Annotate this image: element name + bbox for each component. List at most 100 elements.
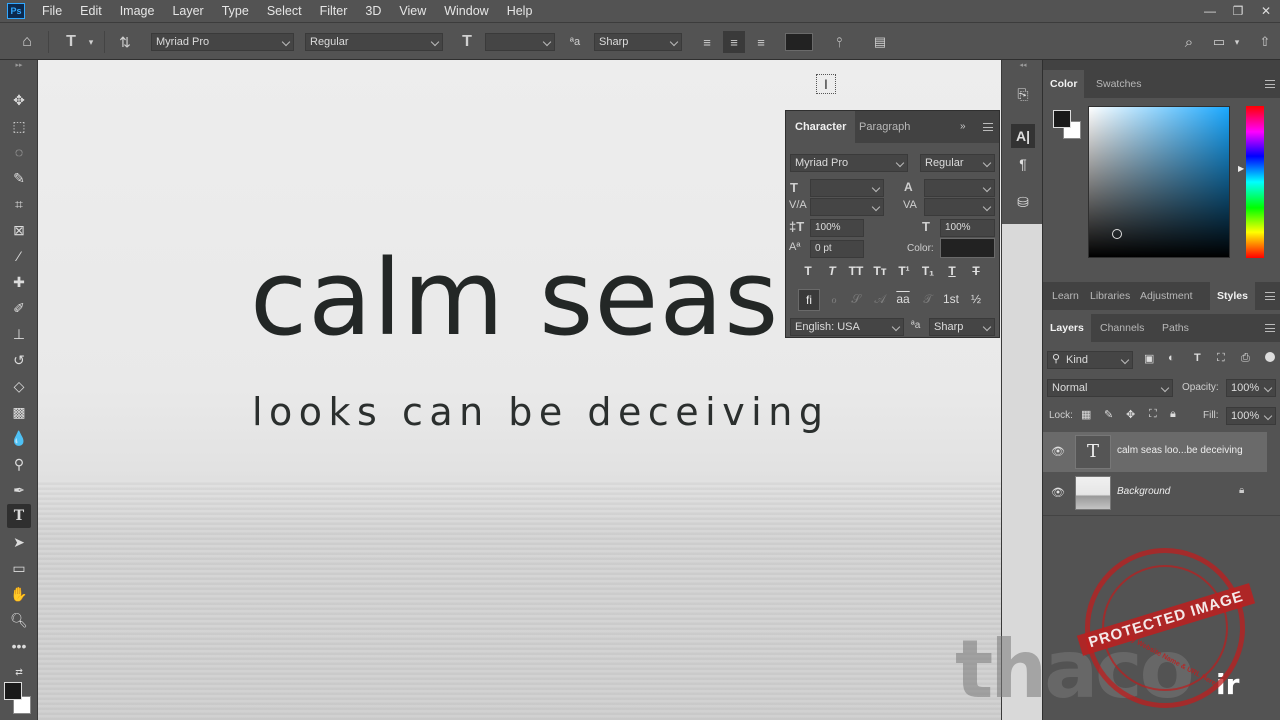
menu-3d[interactable]: 3D (356, 0, 390, 22)
opacity-field[interactable]: 100% (1226, 379, 1276, 397)
marquee-tool-icon[interactable]: ⬚ (7, 114, 31, 138)
type-tool-preset-icon[interactable]: T (60, 31, 82, 53)
minimize-icon[interactable]: — (1196, 0, 1224, 22)
headline-text[interactable]: calm seas (250, 246, 779, 350)
char-font-size-dropdown[interactable] (810, 179, 884, 197)
share-icon[interactable]: ⇧ (1254, 31, 1276, 53)
filter-smartobject-icon[interactable]: ⎙ (1241, 352, 1250, 365)
menu-help[interactable]: Help (498, 0, 542, 22)
all-caps-button[interactable]: TT (846, 264, 866, 278)
vertical-scale-field[interactable]: 100% (810, 219, 864, 237)
foreground-color-swatch[interactable] (4, 682, 22, 700)
search-icon[interactable]: ⌕ (1178, 31, 1200, 53)
chevron-down-icon[interactable]: ▾ (80, 31, 102, 53)
menu-filter[interactable]: Filter (311, 0, 357, 22)
lock-all-icon[interactable]: 🔒︎ (1170, 408, 1176, 421)
discretionary-ligatures-button[interactable]: ℴ (824, 292, 844, 306)
font-style-dropdown[interactable]: Regular (305, 33, 443, 51)
visibility-eye-icon[interactable]: 👁︎ (1051, 486, 1065, 499)
blend-mode-dropdown[interactable]: Normal (1047, 379, 1173, 397)
path-select-tool-icon[interactable]: ➤ (7, 530, 31, 554)
char-color-swatch[interactable] (940, 238, 995, 258)
history-icon[interactable]: ⎘ (1011, 82, 1035, 106)
ligatures-button[interactable]: ﬁ (798, 289, 820, 311)
tab-learn[interactable]: Learn (1045, 282, 1086, 310)
brush-tool-icon[interactable]: ✐ (7, 296, 31, 320)
faux-bold-button[interactable]: T (798, 264, 818, 278)
libraries-menu-icon[interactable] (1265, 292, 1275, 300)
align-center-icon[interactable]: ≡ (723, 31, 745, 53)
dodge-tool-icon[interactable]: ⚲ (7, 452, 31, 476)
toggle-panels-icon[interactable]: ▤ (869, 31, 891, 53)
lock-transparent-icon[interactable]: ▦ (1081, 408, 1091, 421)
ordinals-button[interactable]: 1st (941, 292, 961, 306)
menu-file[interactable]: File (33, 0, 71, 22)
small-caps-button[interactable]: Tт (870, 264, 890, 278)
menu-image[interactable]: Image (111, 0, 164, 22)
stylistic-alternates-button[interactable]: 𝒜 (870, 292, 890, 307)
history-brush-tool-icon[interactable]: ↺ (7, 348, 31, 372)
expand-icon[interactable]: » (960, 121, 966, 132)
tab-channels[interactable]: Channels (1093, 314, 1151, 342)
char-kerning-dropdown[interactable] (810, 198, 884, 216)
char-font-style-dropdown[interactable]: Regular (920, 154, 995, 172)
baseline-shift-field[interactable]: 0 pt (810, 240, 864, 258)
text-color-swatch[interactable] (785, 33, 813, 51)
tab-paragraph[interactable]: Paragraph (850, 111, 919, 143)
layer-row-background[interactable]: 👁︎ Background 🔒︎ (1043, 473, 1267, 513)
tab-character[interactable]: Character (786, 111, 856, 143)
color-picker-field[interactable] (1088, 106, 1230, 258)
quick-select-tool-icon[interactable]: ✎ (7, 166, 31, 190)
character-icon[interactable]: A| (1011, 124, 1035, 148)
eraser-tool-icon[interactable]: ◇ (7, 374, 31, 398)
fractions-button[interactable]: ½ (966, 292, 986, 306)
align-left-icon[interactable]: ≡ (696, 31, 718, 53)
crop-tool-icon[interactable]: ⌗ (7, 192, 31, 216)
workspace-chevron-icon[interactable]: ▾ (1226, 31, 1248, 53)
filter-pixel-icon[interactable]: ▣ (1144, 352, 1154, 365)
tab-styles[interactable]: Styles (1210, 282, 1255, 310)
faux-italic-button[interactable]: T (822, 264, 842, 278)
menu-type[interactable]: Type (213, 0, 258, 22)
tab-layers[interactable]: Layers (1043, 314, 1091, 342)
maximize-icon[interactable]: ❐ (1224, 0, 1252, 22)
lock-image-icon[interactable]: ✎ (1104, 408, 1113, 421)
warp-text-icon[interactable]: ⫯ (828, 31, 850, 53)
menu-layer[interactable]: Layer (163, 0, 212, 22)
antialias-dropdown[interactable]: Sharp (594, 33, 682, 51)
more-tools-icon[interactable]: ••• (7, 634, 31, 658)
menu-view[interactable]: View (390, 0, 435, 22)
filter-type-icon[interactable]: T (1194, 352, 1201, 364)
color-panel-menu-icon[interactable] (1265, 80, 1275, 88)
gradient-tool-icon[interactable]: ▩ (7, 400, 31, 424)
blur-tool-icon[interactable]: 💧 (7, 426, 31, 450)
type-tool-icon[interactable]: T (7, 504, 31, 528)
home-icon[interactable]: ⌂ (16, 31, 38, 53)
align-right-icon[interactable]: ≡ (750, 31, 772, 53)
horizontal-scale-field[interactable]: 100% (940, 219, 995, 237)
menu-edit[interactable]: Edit (71, 0, 111, 22)
subscript-button[interactable]: T₁ (918, 264, 938, 278)
tab-paths[interactable]: Paths (1155, 314, 1196, 342)
picker-handle[interactable] (1112, 229, 1122, 239)
language-dropdown[interactable]: English: USA (790, 318, 904, 336)
glyphs-icon[interactable]: ⛁ (1011, 190, 1035, 214)
underline-button[interactable]: T (942, 264, 962, 278)
panel-menu-icon[interactable] (983, 123, 993, 131)
layer-row-text[interactable]: 👁︎ T calm seas loo...be deceiving (1043, 432, 1267, 472)
hue-slider-handle-icon[interactable]: ▶ (1238, 164, 1244, 173)
font-family-dropdown[interactable]: Myriad Pro (151, 33, 294, 51)
collapse-strip-icon[interactable]: ◂◂ (1011, 60, 1035, 70)
pen-tool-icon[interactable]: ✒ (7, 478, 31, 502)
eyedropper-tool-icon[interactable]: ⁄ (7, 244, 31, 268)
paragraph-icon[interactable]: ¶ (1011, 152, 1035, 176)
layer-name[interactable]: calm seas loo...be deceiving (1117, 445, 1243, 456)
tab-adjustment[interactable]: Adjustment (1133, 282, 1200, 310)
zoom-tool-icon[interactable]: 🔍︎ (7, 608, 31, 632)
healing-brush-tool-icon[interactable]: ✚ (7, 270, 31, 294)
menu-window[interactable]: Window (435, 0, 497, 22)
swash-button[interactable]: 𝒮 (846, 292, 866, 307)
tab-swatches[interactable]: Swatches (1089, 70, 1149, 98)
toggle-orientation-icon[interactable]: ⇅ (114, 31, 136, 53)
filter-toggle-icon[interactable] (1265, 352, 1275, 362)
